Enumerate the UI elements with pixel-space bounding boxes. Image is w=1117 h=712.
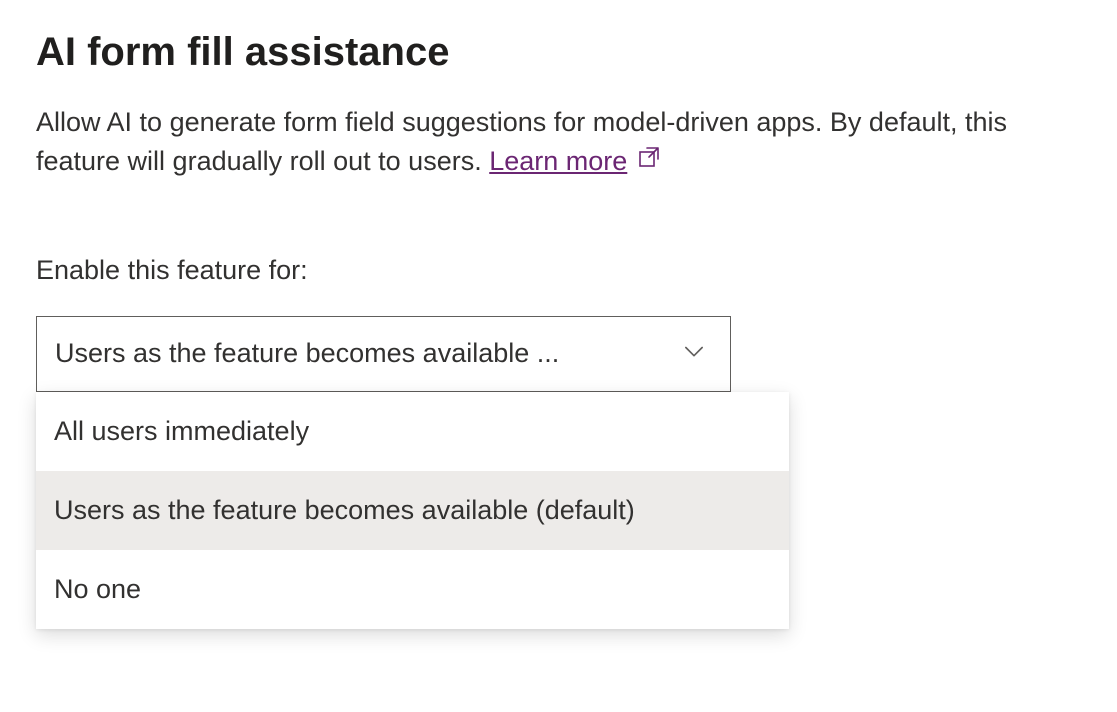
dropdown-panel: All users immediately Users as the featu… (36, 392, 789, 629)
learn-more-link[interactable]: Learn more (489, 146, 627, 176)
page-title: AI form fill assistance (36, 30, 1081, 75)
dropdown-option-default[interactable]: Users as the feature becomes available (… (36, 471, 789, 550)
enable-feature-select[interactable]: Users as the feature becomes available .… (36, 316, 731, 392)
enable-feature-select-wrap: Users as the feature becomes available .… (36, 316, 731, 392)
dropdown-option-no-one[interactable]: No one (36, 550, 789, 629)
select-display-text: Users as the feature becomes available .… (55, 338, 680, 369)
enable-feature-label: Enable this feature for: (36, 255, 1081, 286)
feature-description: Allow AI to generate form field suggesti… (36, 103, 1081, 183)
dropdown-option-all-users[interactable]: All users immediately (36, 392, 789, 471)
chevron-down-icon (680, 337, 708, 370)
external-link-icon (637, 141, 661, 180)
